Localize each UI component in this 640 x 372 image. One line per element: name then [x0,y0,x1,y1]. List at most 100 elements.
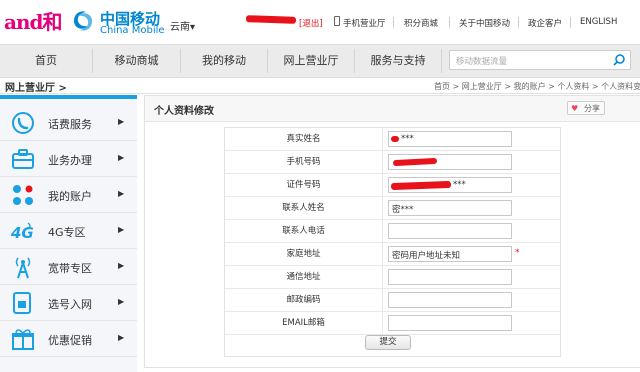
form-row-email: EMAIL邮箱 [225,312,560,335]
sidebar-item-broadband[interactable]: 宽带专区 ▶ [0,249,137,285]
sidebar-item-label: 选号入网 [48,298,92,311]
caret-down-icon: ▾ [190,22,196,33]
contact-name-field[interactable]: 密*** [388,200,512,216]
sidebar-item-label: 宽带专区 [48,262,92,275]
redaction-mark [392,157,438,167]
link-separator [393,17,394,28]
form-row-real-name: 真实姓名 *** [225,128,560,151]
mobile-phone-icon [334,16,340,26]
sidebar-item-4g-zone[interactable]: 4G 4G专区 ▶ [0,213,137,249]
sidebar-item-label: 话费服务 [48,118,92,131]
field-label: 通信地址 [225,266,383,288]
arrow-right-icon: ▶ [118,117,125,126]
form-row-contact-phone: 联系人电话 [225,220,560,243]
field-label: 联系人电话 [225,220,383,242]
home-address-field[interactable]: 密码用户地址未知 [388,246,512,262]
field-value: 密码用户地址未知 [392,251,461,261]
sidebar-item-label: 我的账户 [48,190,92,203]
sim-card-icon [13,292,31,314]
sidebar-item-label: 4G专区 [48,226,86,239]
form-row-contact-name: 联系人姓名 密*** [225,197,560,220]
sidebar-item-label: 业务办理 [48,154,92,167]
redaction-mark [391,136,399,142]
sidebar-item-business[interactable]: 业务办理 ▶ [0,141,137,177]
real-name-field[interactable]: *** [388,131,512,147]
form-row-id-number: 证件号码 *** [225,174,560,197]
mailing-address-field[interactable] [388,269,512,285]
sidebar-item-select-number[interactable]: 选号入网 ▶ [0,285,137,321]
main-nav: 首页 移动商城 我的移动 网上营业厅 服务与支持 移动数据流量 [0,44,640,78]
about-link[interactable]: 关于中国移动 [459,17,510,29]
nav-divider [441,49,442,73]
arrow-right-icon: ▶ [118,297,125,306]
logo-and-text: and [4,10,43,34]
briefcase-icon [12,149,34,169]
breadcrumb: 首页 > 网上营业厅 > 我的账户 > 个人资料 > 个人资料变更 [434,82,640,91]
arrow-right-icon: ▶ [118,333,125,342]
panel-title: 个人资料修改 [154,106,214,117]
broadband-icon [15,257,31,279]
sidebar-item-promotions[interactable]: 优惠促销 ▶ [0,321,137,357]
region-selector[interactable]: 云南▾ [170,18,195,33]
nav-home[interactable]: 首页 [0,45,92,77]
username-redaction [245,15,297,24]
search-placeholder: 移动数据流量 [456,57,508,67]
field-label: 证件号码 [225,174,383,196]
sidebar-item-fee-service[interactable]: 话费服务 ▶ [0,105,137,141]
field-label: 手机号码 [225,151,383,173]
gift-icon [12,329,34,350]
required-marker: * [515,248,520,258]
profile-edit-panel: 个人资料修改 ♥ 分享 真实姓名 *** 手机号码 证件号码 *** 联系人姓名… [144,95,640,368]
arrow-right-icon: ▶ [118,225,125,234]
nav-online-hall[interactable]: 网上营业厅 [268,45,354,77]
share-button[interactable]: ♥ 分享 [567,101,605,115]
form-row-mailing-address: 通信地址 [225,266,560,289]
china-mobile-en-label: China Mobile [100,25,165,36]
divider [0,93,640,94]
postal-code-field[interactable] [388,292,512,308]
redaction-mark [390,180,452,191]
arrow-right-icon: ▶ [118,261,125,270]
logo-he-text: 和 [42,10,62,34]
account-icon [13,185,33,205]
sidebar: 话费服务 ▶ 业务办理 ▶ 我的账户 ▶ 4G 4G专区 ▶ 宽带专区 ▶ 选号… [0,95,137,372]
field-label: 真实姓名 [225,128,383,150]
field-value: *** [401,134,414,144]
submit-button[interactable]: 提交 [365,335,411,350]
nav-mobile-mall[interactable]: 移动商城 [93,45,180,77]
field-label: 邮政编码 [225,289,383,311]
arrow-right-icon: ▶ [118,189,125,198]
email-field[interactable] [388,315,512,331]
nav-service-support[interactable]: 服务与支持 [355,45,441,77]
phone-number-field[interactable] [388,154,512,170]
logout-link[interactable]: [退出] [299,17,323,29]
enterprise-link[interactable]: 政企客户 [528,17,562,29]
sidebar-item-my-account[interactable]: 我的账户 ▶ [0,177,137,213]
and-he-logo[interactable]: and和 [4,6,62,35]
link-separator [570,17,571,28]
search-icon[interactable] [612,53,626,67]
field-label: 联系人姓名 [225,197,383,219]
english-link[interactable]: ENGLISH [580,17,617,27]
panel-header: 个人资料修改 ♥ 分享 [145,96,640,122]
nav-my-mobile[interactable]: 我的移动 [181,45,267,77]
id-number-field[interactable]: *** [388,177,512,193]
profile-form: 真实姓名 *** 手机号码 证件号码 *** 联系人姓名 密*** 联系人电话 … [224,127,561,357]
share-label: 分享 [584,104,600,113]
form-row-postal-code: 邮政编码 [225,289,560,312]
contact-phone-field[interactable] [388,223,512,239]
field-value: 密*** [392,205,414,215]
search-box[interactable]: 移动数据流量 [449,50,631,70]
section-title: 网上营业厅 > [5,83,67,94]
sidebar-item-label: 优惠促销 [48,334,92,347]
phone-fee-icon [12,112,34,134]
field-value: *** [453,180,466,190]
mobile-hall-link[interactable]: 手机营业厅 [343,17,386,29]
link-separator [518,17,519,28]
points-mall-link[interactable]: 积分商城 [404,17,438,29]
4g-icon: 4G [10,222,34,242]
heart-icon: ♥ [571,104,579,113]
arrow-right-icon: ▶ [118,153,125,162]
region-label: 云南 [170,22,190,33]
form-row-home-address: 家庭地址 密码用户地址未知 * [225,243,560,266]
